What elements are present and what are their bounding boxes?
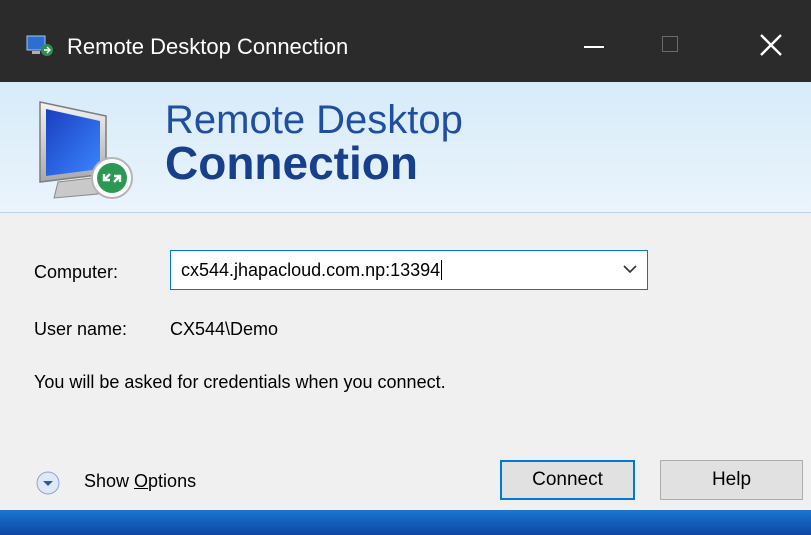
close-icon bbox=[760, 34, 782, 56]
close-button[interactable] bbox=[740, 22, 802, 70]
credentials-note: You will be asked for credentials when y… bbox=[34, 372, 446, 392]
computer-input[interactable]: cx544.jhapacloud.com.np:13394 bbox=[181, 260, 443, 281]
show-options-label[interactable]: Show Options bbox=[84, 471, 196, 492]
remote-desktop-window: Remote Desktop Connection Remote Desktop… bbox=[0, 0, 811, 510]
window-title: Remote Desktop Connection bbox=[67, 34, 349, 59]
remote-desktop-monitor-icon bbox=[39, 101, 133, 199]
show-options-toggle[interactable]: Show Options bbox=[36, 468, 226, 498]
username-value: CX544\Demo bbox=[170, 319, 279, 339]
remote-desktop-app-icon bbox=[26, 35, 53, 56]
banner-title-line1: Remote Desktop bbox=[165, 98, 463, 142]
chevron-circle-down-icon[interactable] bbox=[36, 471, 60, 495]
show-options-suffix: ptions bbox=[148, 471, 197, 491]
titlebar[interactable]: Remote Desktop Connection bbox=[0, 0, 811, 82]
minimize-icon bbox=[584, 46, 604, 48]
computer-value-text: cx544.jhapacloud.com.np:13394 bbox=[181, 260, 441, 280]
maximize-button[interactable] bbox=[640, 22, 702, 70]
desktop-background bbox=[0, 510, 811, 535]
computer-label: Computer: bbox=[34, 262, 119, 282]
show-options-prefix: Show bbox=[84, 471, 135, 491]
computer-combobox[interactable]: cx544.jhapacloud.com.np:13394 bbox=[170, 250, 648, 290]
show-options-access-key: O bbox=[134, 471, 149, 491]
banner-title-line2: Connection bbox=[165, 137, 418, 189]
text-caret bbox=[441, 260, 443, 280]
banner: Remote Desktop Connection bbox=[0, 82, 811, 213]
username-label: User name: bbox=[34, 319, 128, 339]
connect-button[interactable]: Connect bbox=[500, 460, 635, 500]
maximize-icon bbox=[662, 36, 678, 52]
chevron-down-icon[interactable] bbox=[623, 265, 637, 274]
help-button[interactable]: Help bbox=[660, 460, 803, 500]
minimize-button[interactable] bbox=[560, 22, 622, 70]
